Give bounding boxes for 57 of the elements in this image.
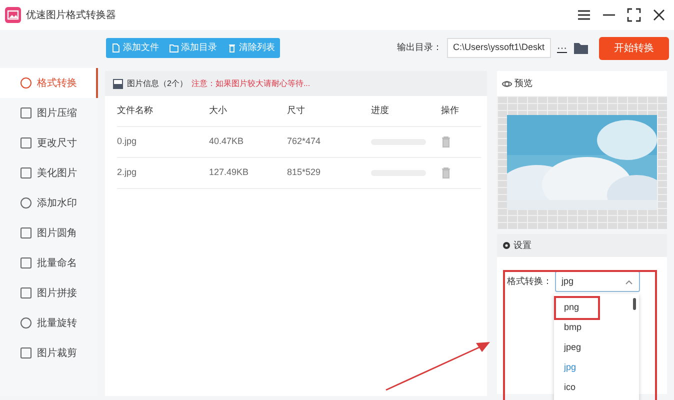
sidebar-item[interactable]: 批量旋转 [0, 308, 98, 338]
tool-icon [20, 257, 32, 269]
table-cell: 2.jpg [117, 158, 209, 189]
tool-icon [20, 287, 32, 299]
output-path-field[interactable]: C:\Users\yssoft1\Deskt [447, 38, 551, 58]
tool-icon [20, 107, 32, 119]
tool-icon [20, 317, 32, 329]
caret-up-icon [624, 278, 632, 284]
sidebar-item[interactable]: 图片圆角 [0, 218, 98, 248]
trash-icon [227, 43, 237, 53]
preview-title: 预览 [514, 76, 532, 90]
column-header: 大小 [209, 96, 287, 127]
table-cell: 127.49KB [209, 158, 287, 189]
format-select[interactable]: jpg [554, 271, 640, 292]
output-label: 输出目录： [397, 41, 442, 54]
start-convert-button[interactable]: 开始转换 [599, 36, 669, 60]
panel-title: 图片信息（2个） [127, 78, 188, 90]
column-header: 进度 [371, 96, 441, 127]
table-cell: 815*529 [287, 158, 371, 189]
tool-icon [20, 167, 32, 179]
sidebar-item[interactable]: 图片拼接 [0, 278, 98, 308]
tool-icon [20, 137, 32, 149]
more-button[interactable]: ··· [556, 40, 568, 56]
dropdown-option[interactable]: ico [554, 378, 639, 398]
dropdown-option[interactable]: jpeg [554, 338, 639, 358]
sidebar-item[interactable]: 格式转换 [0, 68, 98, 98]
column-header: 尺寸 [287, 96, 371, 127]
dropdown-option[interactable]: png [556, 298, 598, 318]
tool-icon [20, 77, 32, 89]
eye-icon [502, 78, 512, 88]
sidebar-item[interactable]: 美化图片 [0, 158, 98, 188]
sidebar-item[interactable]: 图片压缩 [0, 98, 98, 128]
table-cell: 762*474 [287, 127, 371, 158]
column-header: 操作 [441, 96, 481, 127]
file-icon [111, 43, 121, 53]
scrollbar-thumb[interactable] [633, 298, 636, 310]
sidebar-item[interactable]: 更改尺寸 [0, 128, 98, 158]
sidebar-item[interactable]: 添加水印 [0, 188, 98, 218]
table-cell: 40.47KB [209, 127, 287, 158]
format-label: 格式转换： [507, 274, 552, 288]
settings-title: 设置 [514, 238, 532, 252]
column-header: 文件名称 [117, 96, 209, 127]
gear-icon [502, 241, 511, 250]
image-icon [113, 78, 123, 88]
sidebar-item[interactable]: 批量命名 [0, 248, 98, 278]
app-logo-icon [5, 7, 21, 23]
dropdown-option[interactable]: jpg [554, 358, 639, 378]
folder-icon[interactable] [573, 41, 589, 55]
folder-icon [169, 43, 179, 53]
dropdown-option[interactable]: bmp [554, 318, 639, 338]
sidebar-item[interactable]: 图片裁剪 [0, 338, 98, 368]
window-title: 优速图片格式转换器 [26, 8, 116, 22]
tool-icon [20, 197, 32, 209]
warning-note: 注意：如果图片较大请耐心等待... [191, 78, 310, 90]
tool-icon [20, 347, 32, 359]
table-cell: 0.jpg [117, 127, 209, 158]
tool-icon [20, 227, 32, 239]
